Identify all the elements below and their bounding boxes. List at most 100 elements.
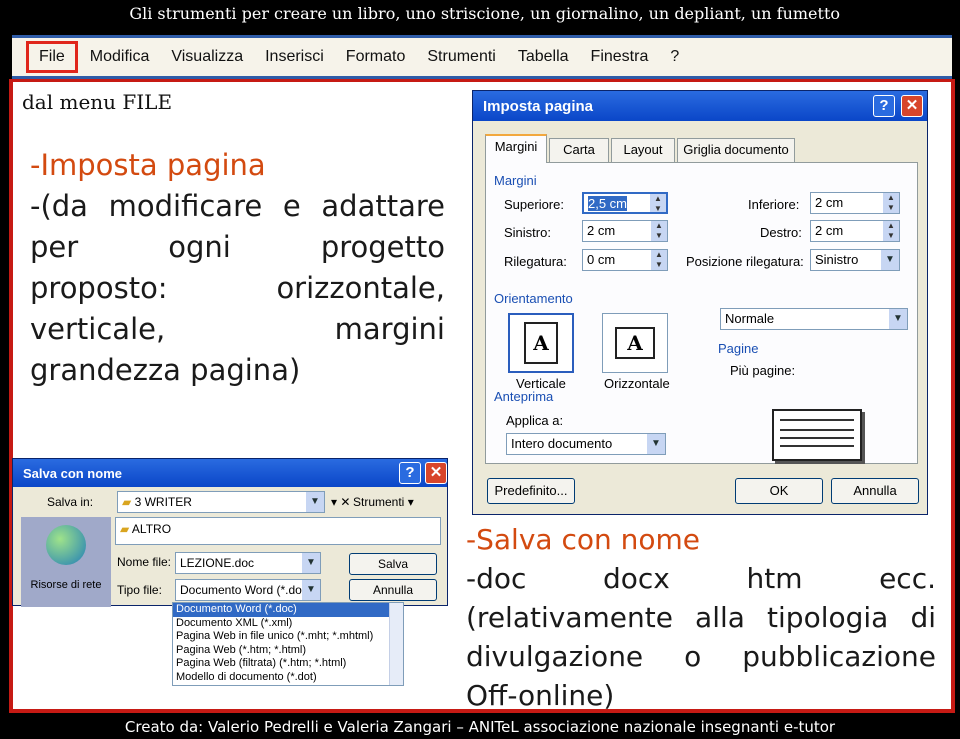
menu-finestra[interactable]: Finestra xyxy=(581,43,659,71)
tipo-file-value: Documento Word (*.doc) xyxy=(180,583,312,597)
portrait-option[interactable]: A xyxy=(508,313,574,373)
save-as-titlebar: Salva con nome ? ✕ xyxy=(13,459,447,487)
preview-page xyxy=(772,409,862,461)
chevron-down-icon[interactable]: ▼ xyxy=(302,553,320,573)
network-places[interactable]: Risorse di rete xyxy=(21,517,111,607)
annulla-button[interactable]: Annulla xyxy=(349,579,437,601)
nome-file-input[interactable]: LEZIONE.doc ▼ xyxy=(175,552,321,574)
left-line: -(da modificare e adattare xyxy=(30,189,445,223)
applica-select[interactable]: Intero documento ▼ xyxy=(506,433,666,455)
save-as-title: Salva con nome xyxy=(23,465,122,481)
help-button[interactable]: ? xyxy=(399,462,421,484)
ok-button[interactable]: OK xyxy=(735,478,823,504)
right-heading: -Salva con nome xyxy=(466,523,700,556)
spinner-icon[interactable]: ▲ ▼ xyxy=(651,221,667,241)
piu-pagine-select[interactable]: Normale ▼ xyxy=(720,308,908,330)
close-button[interactable]: ✕ xyxy=(901,95,923,117)
menu-help[interactable]: ? xyxy=(660,43,689,71)
tipo-file-label: Tipo file: xyxy=(117,583,162,597)
strumenti-menu[interactable]: Strumenti ▾ xyxy=(353,495,414,509)
file-type-dropdown-list[interactable]: Documento Word (*.doc) Documento XML (*.… xyxy=(172,602,404,686)
menu-tabella[interactable]: Tabella xyxy=(508,43,579,71)
inferiore-label: Inferiore: xyxy=(748,197,800,212)
landscape-option[interactable]: A xyxy=(602,313,668,373)
superiore-input[interactable]: 2,5 cm ▲ ▼ xyxy=(582,192,668,214)
save-as-dialog: Salva con nome ? ✕ Salva in: ▰ 3 WRITER ▼… xyxy=(12,458,448,607)
right-line: (relativamente alla tipologia di xyxy=(466,601,936,634)
sinistro-value: 2 cm xyxy=(587,223,616,238)
nome-file-value: LEZIONE.doc xyxy=(180,556,255,570)
margins-group-label: Margini xyxy=(494,173,537,188)
file-list[interactable]: ▰ ALTRO xyxy=(115,517,441,545)
predefinito-button[interactable]: Predefinito... xyxy=(487,478,575,504)
tab-carta[interactable]: Carta xyxy=(549,138,609,162)
posizione-rilegatura-select[interactable]: Sinistro ▼ xyxy=(810,249,900,271)
menu-inserisci[interactable]: Inserisci xyxy=(255,43,334,71)
sinistro-input[interactable]: 2 cm ▲ ▼ xyxy=(582,220,668,242)
file-type-option[interactable]: Modello di documento (*.dot) xyxy=(173,671,403,685)
right-line: -doc docx htm ecc. xyxy=(466,562,936,595)
destro-value: 2 cm xyxy=(815,223,844,238)
inferiore-value: 2 cm xyxy=(815,195,844,210)
scrollbar[interactable] xyxy=(389,603,403,685)
file-type-option[interactable]: Pagina Web in file unico (*.mht; *.mhtml… xyxy=(173,630,403,644)
frame-border-top xyxy=(12,79,952,82)
salva-in-select[interactable]: ▰ 3 WRITER ▼ xyxy=(117,491,325,513)
menu-formato[interactable]: Formato xyxy=(336,43,416,71)
chevron-down-icon[interactable]: ▼ xyxy=(302,580,320,600)
tab-margini[interactable]: Margini xyxy=(485,134,547,163)
file-type-option[interactable]: Documento Word (*.doc) xyxy=(173,603,403,617)
page-setup-titlebar: Imposta pagina ? ✕ xyxy=(473,91,927,121)
network-globe-icon xyxy=(46,525,86,565)
spinner-icon[interactable]: ▲ ▼ xyxy=(651,250,667,270)
frame-border-left xyxy=(9,79,13,713)
page-setup-title: Imposta pagina xyxy=(483,97,594,115)
spinner-icon[interactable]: ▲ ▼ xyxy=(650,194,666,212)
chevron-down-icon[interactable]: ▼ xyxy=(881,250,899,270)
left-line: grandezza pagina) xyxy=(30,353,301,387)
posizione-rilegatura-label: Posizione rilegatura: xyxy=(686,254,804,269)
pagine-group-label: Pagine xyxy=(718,341,759,356)
tab-layout[interactable]: Layout xyxy=(611,138,675,162)
help-button[interactable]: ? xyxy=(873,95,895,117)
file-type-option[interactable]: Pagina Web (*.htm; *.html) xyxy=(173,644,403,658)
sinistro-label: Sinistro: xyxy=(504,225,551,240)
file-type-option[interactable]: Pagina Web (filtrata) (*.htm; *.html) xyxy=(173,657,403,671)
applica-label: Applica a: xyxy=(506,413,564,428)
folder-icon: ▰ xyxy=(122,495,135,509)
file-type-option[interactable]: Documento XML (*.xml) xyxy=(173,617,403,631)
nome-file-label: Nome file: xyxy=(117,555,172,569)
salva-in-label: Salva in: xyxy=(47,495,94,509)
network-places-label: Risorse di rete xyxy=(30,579,102,591)
destro-label: Destro: xyxy=(760,225,802,240)
close-button[interactable]: ✕ xyxy=(425,462,447,484)
strumenti-label: Strumenti xyxy=(353,495,405,509)
rilegatura-input[interactable]: 0 cm ▲ ▼ xyxy=(582,249,668,271)
menu-file[interactable]: File xyxy=(26,41,78,73)
tab-panel: Margini Superiore: 2,5 cm ▲ ▼ Sinistro: 2 … xyxy=(485,162,918,464)
tab-griglia-documento[interactable]: Griglia documento xyxy=(677,138,795,162)
posizione-rilegatura-value: Sinistro xyxy=(815,252,859,267)
tipo-file-select[interactable]: Documento Word (*.doc) ▼ xyxy=(175,579,321,601)
right-description: -Salva con nome -doc docx htm ecc. (rela… xyxy=(466,520,936,715)
anteprima-group-label: Anteprima xyxy=(494,389,554,404)
destro-input[interactable]: 2 cm ▲ ▼ xyxy=(810,220,900,242)
spinner-icon[interactable]: ▲ ▼ xyxy=(883,221,899,241)
menu-bar: File Modifica Visualizza Inserisci Forma… xyxy=(12,35,952,79)
folder-item[interactable]: ALTRO xyxy=(132,522,171,536)
menu-visualizza[interactable]: Visualizza xyxy=(161,43,253,71)
chevron-down-icon[interactable]: ▼ xyxy=(889,309,907,329)
menu-modifica[interactable]: Modifica xyxy=(80,43,160,71)
inferiore-input[interactable]: 2 cm ▲ ▼ xyxy=(810,192,900,214)
chevron-down-icon[interactable]: ▼ xyxy=(647,434,665,454)
salva-button[interactable]: Salva xyxy=(349,553,437,575)
menu-strumenti[interactable]: Strumenti xyxy=(417,43,505,71)
left-heading: -Imposta pagina xyxy=(30,148,266,182)
chevron-down-icon[interactable]: ▼ xyxy=(306,492,324,512)
spinner-icon[interactable]: ▲ ▼ xyxy=(883,193,899,213)
annulla-button[interactable]: Annulla xyxy=(831,478,919,504)
applica-value: Intero documento xyxy=(511,436,613,451)
rilegatura-value: 0 cm xyxy=(587,252,616,267)
nav-arrows[interactable]: ▾ ✕ xyxy=(331,495,350,509)
left-line: per ogni progetto xyxy=(30,230,445,264)
